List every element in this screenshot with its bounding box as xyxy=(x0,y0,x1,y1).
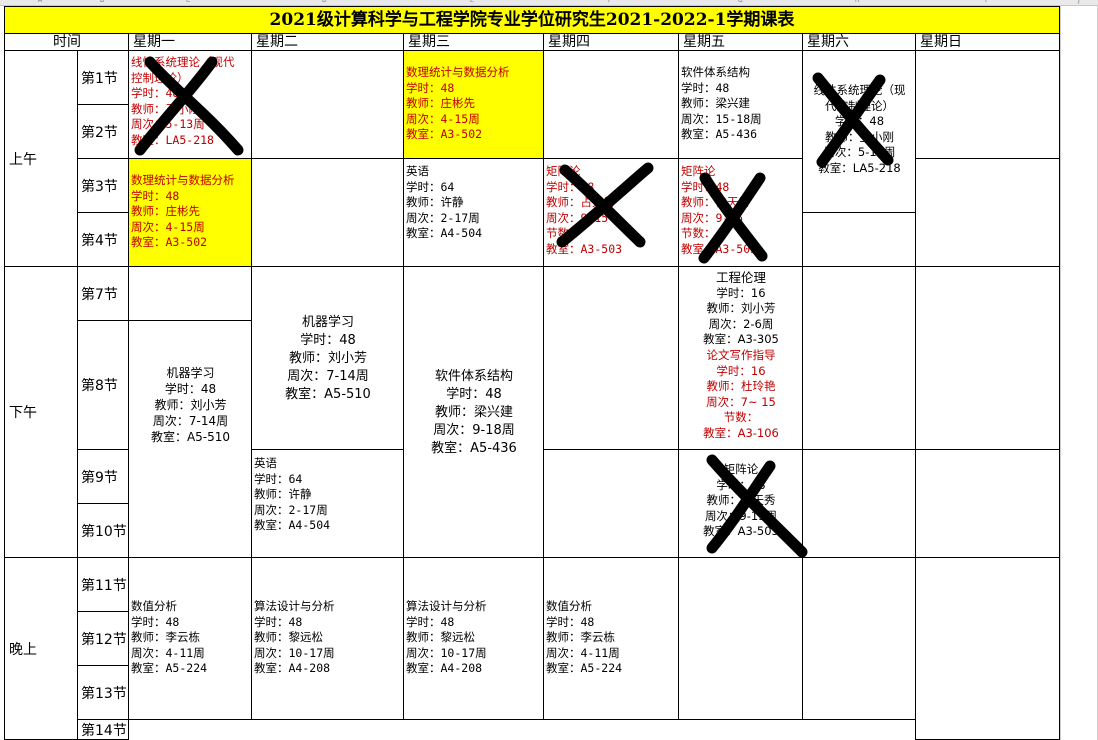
cross-stroke xyxy=(144,56,244,156)
cross-out-mark xyxy=(134,56,894,558)
